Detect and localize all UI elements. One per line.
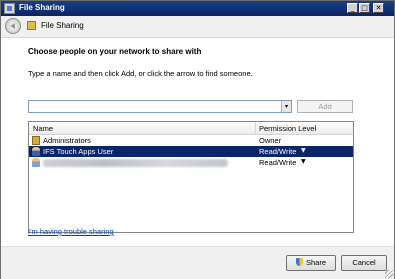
share-button-label: Share: [305, 258, 326, 267]
column-header-permission[interactable]: Permission Level: [259, 124, 316, 133]
window-title: File Sharing: [19, 3, 65, 12]
instructions-text: Type a name and then click Add, or click…: [28, 69, 253, 78]
column-header-name[interactable]: Name: [33, 124, 53, 133]
file-sharing-window: File Sharing _ □ ✕ File Sharing Choose p…: [0, 0, 395, 279]
footer-bar: Share Cancel: [1, 246, 394, 279]
permission-dropdown-icon[interactable]: ▼: [301, 147, 306, 154]
minimize-button[interactable]: _: [347, 3, 358, 13]
share-button[interactable]: Share: [286, 255, 336, 271]
shield-icon: [295, 258, 303, 266]
user-icon: [32, 158, 40, 167]
navigation-bar: File Sharing: [1, 16, 394, 38]
nav-title: File Sharing: [41, 21, 84, 30]
column-divider[interactable]: [255, 122, 256, 134]
user-icon: [32, 147, 40, 156]
close-button[interactable]: ✕: [373, 3, 384, 13]
permission-dropdown-icon[interactable]: ▼: [301, 158, 306, 165]
title-bar[interactable]: File Sharing _ □ ✕: [1, 1, 394, 16]
combo-dropdown-arrow-icon[interactable]: ▾: [281, 101, 291, 112]
redacted-name: [43, 159, 228, 167]
page-heading: Choose people on your network to share w…: [28, 47, 202, 56]
row-permission: Owner: [259, 136, 282, 145]
row-permission[interactable]: Read/Write: [259, 147, 296, 156]
main-content: Choose people on your network to share w…: [1, 38, 394, 246]
sharing-list[interactable]: Name Permission Level Administrators Own…: [28, 121, 354, 233]
file-sharing-icon: [27, 21, 36, 30]
add-button[interactable]: Add: [297, 100, 353, 113]
back-arrow-icon[interactable]: [5, 18, 21, 34]
name-combo-box[interactable]: ▾: [28, 100, 292, 113]
list-row-ifs-touch-apps-user[interactable]: IFS Touch Apps User Read/Write ▼: [29, 146, 353, 157]
row-name: Administrators: [43, 136, 91, 145]
trouble-sharing-link[interactable]: I'm having trouble sharing: [28, 227, 114, 236]
list-header: Name Permission Level: [29, 122, 353, 135]
list-row-administrators[interactable]: Administrators Owner: [29, 135, 353, 146]
row-permission[interactable]: Read/Write: [259, 158, 296, 167]
group-icon: [32, 136, 40, 145]
window-app-icon: [4, 3, 15, 14]
maximize-button[interactable]: □: [359, 3, 370, 13]
cancel-button[interactable]: Cancel: [341, 255, 387, 271]
resize-grip-icon[interactable]: [385, 270, 393, 278]
list-row-redacted-user[interactable]: Read/Write ▼: [29, 157, 353, 168]
row-name: IFS Touch Apps User: [43, 147, 114, 156]
